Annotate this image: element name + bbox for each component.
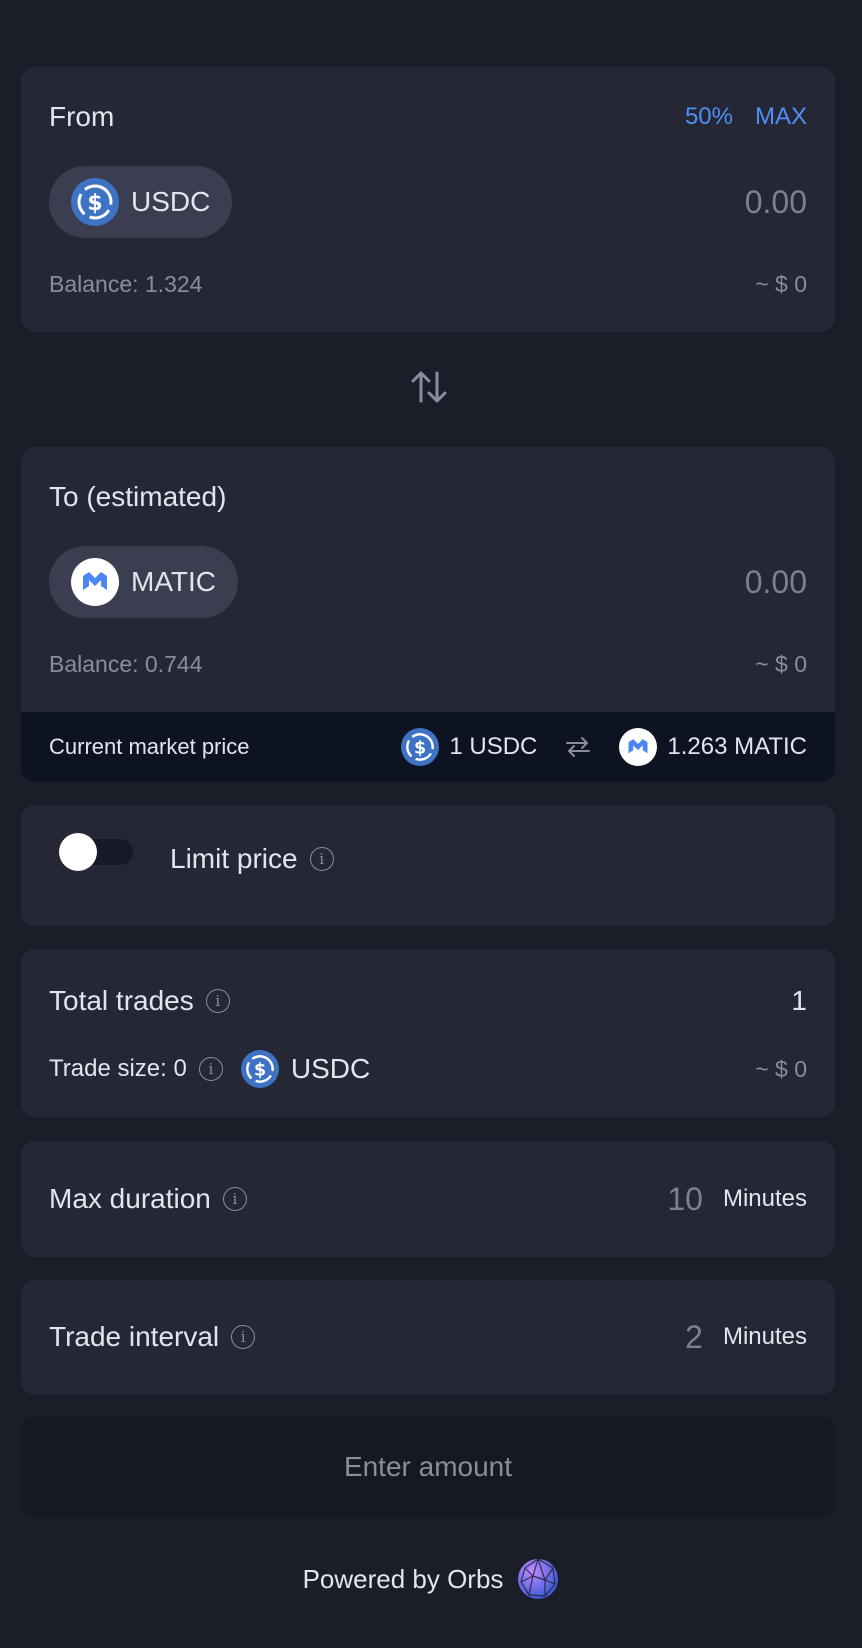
info-icon[interactable]: i [198, 1057, 223, 1081]
toggle-knob [59, 833, 97, 871]
powered-by-text: Powered by Orbs [302, 1563, 504, 1594]
usdc-icon: $ [71, 178, 119, 226]
from-card: From 50% MAX $ USDC 0.00 Balance: 1.324 … [21, 67, 835, 332]
matic-icon [619, 728, 658, 766]
market-price-label: Current market price [49, 734, 250, 759]
to-label: To (estimated) [49, 481, 227, 512]
limit-price-label: Limit price [170, 843, 298, 874]
from-amount-input[interactable]: 0.00 [745, 184, 807, 221]
orbs-logo-icon[interactable] [517, 1558, 559, 1600]
max-button[interactable]: MAX [755, 103, 807, 131]
max-duration-unit-select[interactable]: Minutes [723, 1185, 807, 1213]
info-icon[interactable]: i [222, 1187, 247, 1211]
total-trades-label: Total trades [49, 985, 194, 1016]
svg-text:$: $ [414, 738, 426, 758]
trade-interval-unit-select[interactable]: Minutes [723, 1323, 807, 1351]
limit-price-toggle[interactable] [59, 833, 133, 871]
matic-icon [71, 558, 119, 606]
market-price-right: 1.263 MATIC [667, 733, 807, 760]
svg-text:$: $ [254, 1060, 266, 1080]
from-usd-value: ~ $ 0 [755, 270, 807, 297]
from-balance: Balance: 1.324 [49, 270, 203, 297]
swap-direction-button[interactable] [401, 366, 457, 412]
trade-size-usd: ~ $ 0 [755, 1055, 807, 1082]
info-icon[interactable]: i [205, 989, 230, 1013]
svg-text:$: $ [87, 191, 102, 216]
trade-interval-card: Trade interval i 2 Minutes [21, 1280, 835, 1395]
from-token-selector[interactable]: $ USDC [49, 166, 233, 238]
total-trades-input[interactable]: 1 [791, 985, 807, 1017]
from-token-name: USDC [131, 186, 211, 217]
max-duration-label: Max duration [49, 1183, 211, 1214]
enter-amount-button[interactable]: Enter amount [21, 1417, 835, 1517]
trade-size-label: Trade size: 0 [49, 1055, 187, 1082]
to-balance: Balance: 0.744 [49, 650, 203, 677]
market-price-bar: Current market price $ 1 USDC 1.263 MATI… [21, 712, 835, 782]
footer: Powered by Orbs [0, 1556, 862, 1602]
usdc-icon: $ [401, 728, 440, 766]
percent-50-button[interactable]: 50% [685, 103, 733, 131]
swap-arrows-icon [409, 369, 449, 410]
trade-interval-input[interactable]: 2 [685, 1319, 703, 1356]
to-token-selector[interactable]: MATIC [49, 546, 239, 618]
info-icon[interactable]: i [231, 1325, 256, 1349]
invert-price-icon[interactable] [565, 736, 591, 758]
to-amount-output: 0.00 [744, 563, 807, 600]
trades-card: Total trades i 1 Trade size: 0 i $ USDC … [21, 949, 835, 1117]
trade-size-token: USDC [290, 1053, 371, 1084]
from-label: From [49, 101, 115, 132]
to-usd-value: ~ $ 0 [755, 650, 807, 677]
limit-price-card: Limit price i [21, 805, 835, 926]
to-card: To (estimated) MATIC 0.00 Balance: 0.744… [21, 447, 835, 712]
trade-interval-label: Trade interval [49, 1321, 220, 1352]
info-icon[interactable]: i [309, 847, 334, 871]
market-price-left: 1 USDC [449, 733, 538, 760]
max-duration-input[interactable]: 10 [667, 1181, 703, 1218]
max-duration-card: Max duration i 10 Minutes [21, 1141, 835, 1257]
usdc-icon: $ [240, 1050, 279, 1088]
to-token-name: MATIC [131, 566, 217, 597]
